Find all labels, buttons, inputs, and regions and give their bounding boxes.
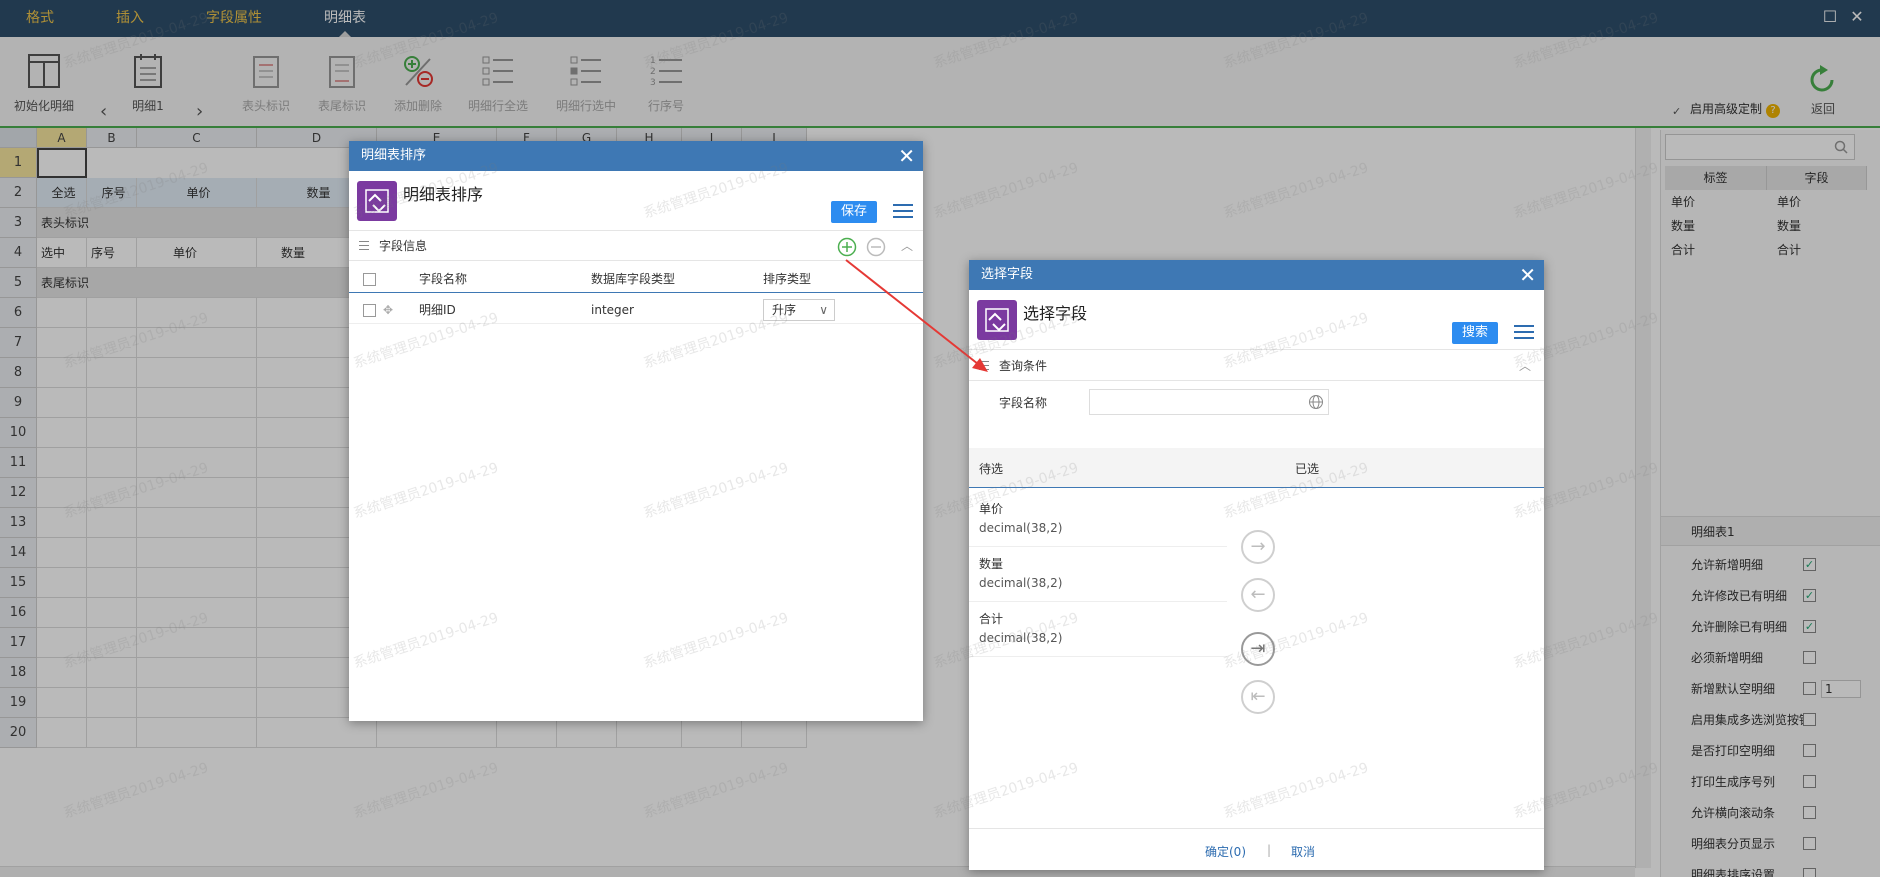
annotation-arrow xyxy=(845,259,988,372)
